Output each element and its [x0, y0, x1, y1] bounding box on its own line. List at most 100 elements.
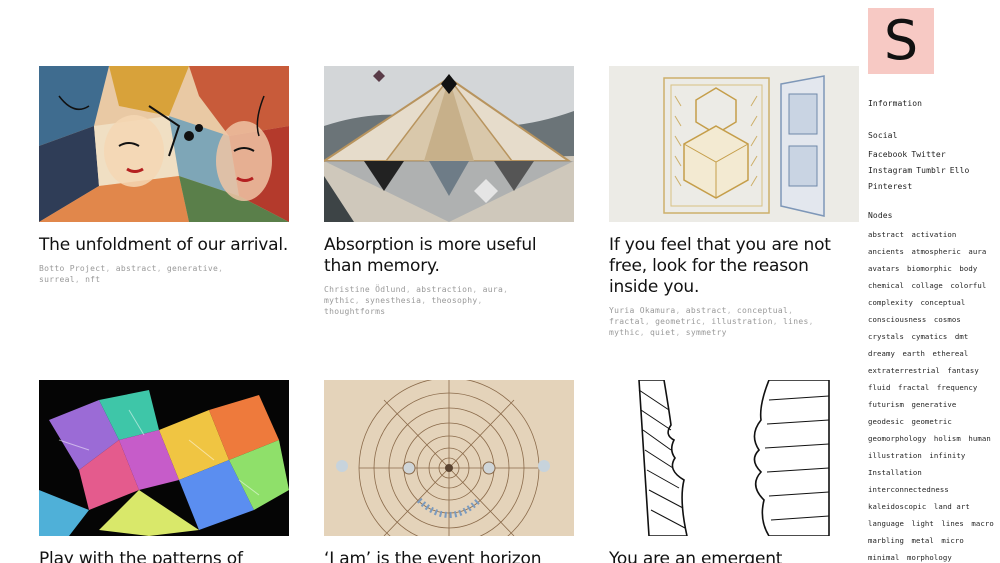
- gold-hexagon-artwork: [609, 66, 859, 222]
- node-tag-link[interactable]: crystals: [868, 332, 904, 341]
- tag-link[interactable]: geometric: [655, 317, 701, 326]
- tag-link[interactable]: aura: [483, 285, 503, 294]
- node-tag-link[interactable]: geometric: [911, 417, 951, 426]
- node-tag-link[interactable]: dreamy: [868, 349, 895, 358]
- tag-link[interactable]: mythic: [609, 328, 640, 337]
- node-tag-link[interactable]: infinity: [929, 451, 965, 460]
- social-link-ello[interactable]: Ello: [950, 166, 970, 175]
- tag-link[interactable]: theosophy: [431, 296, 477, 305]
- node-tag-link[interactable]: biomorphic: [907, 264, 952, 273]
- tag-link[interactable]: synesthesia: [365, 296, 421, 305]
- information-link[interactable]: Information: [868, 99, 922, 108]
- node-tag-link[interactable]: aura: [968, 247, 986, 256]
- tag-link[interactable]: illustration: [711, 317, 772, 326]
- node-tag-link[interactable]: land art: [934, 502, 970, 511]
- node-tag-link[interactable]: language: [868, 519, 904, 528]
- node-tag-link[interactable]: cymatics: [911, 332, 947, 341]
- node-tag-link[interactable]: cosmos: [934, 315, 961, 324]
- social-link-twitter[interactable]: Twitter: [911, 150, 945, 159]
- node-tag-link[interactable]: human: [968, 434, 990, 443]
- node-tag-link[interactable]: kaleidoscopic: [868, 502, 926, 511]
- social-links: Facebook Twitter Instagram Tumblr Ello Pint…: [868, 147, 998, 195]
- tag-link[interactable]: symmetry: [686, 328, 727, 337]
- node-tag-link[interactable]: fluid: [868, 383, 890, 392]
- node-tag-link[interactable]: metal: [911, 536, 933, 545]
- post-image-crystals[interactable]: [39, 380, 289, 536]
- node-tag-link[interactable]: lines: [941, 519, 963, 528]
- tag-link[interactable]: fractal: [609, 317, 645, 326]
- tag-link[interactable]: Yuria Okamura: [609, 306, 676, 315]
- node-tag-link[interactable]: holism: [934, 434, 961, 443]
- post-card: Play with the patterns of: [39, 380, 289, 563]
- tag-link[interactable]: abstraction: [416, 285, 472, 294]
- post-title[interactable]: The unfoldment of our arrival.: [39, 235, 289, 256]
- abstract-faces-artwork: [39, 66, 289, 222]
- node-tag-link[interactable]: abstract: [868, 230, 904, 239]
- site-logo[interactable]: S: [868, 8, 934, 74]
- node-tag-link[interactable]: marbling: [868, 536, 904, 545]
- social-link-pinterest[interactable]: Pinterest: [868, 182, 912, 191]
- social-heading: Social: [868, 131, 898, 140]
- tag-link[interactable]: abstract: [116, 264, 157, 273]
- concentric-circles-artwork: [324, 380, 574, 536]
- node-tag-link[interactable]: macro: [971, 519, 993, 528]
- tag-link[interactable]: generative: [167, 264, 218, 273]
- tag-link[interactable]: mythic: [324, 296, 355, 305]
- post-card: If you feel that you are not free, look …: [609, 66, 859, 338]
- node-tag-link[interactable]: body: [959, 264, 977, 273]
- node-tag-link[interactable]: activation: [911, 230, 956, 239]
- tag-link[interactable]: quiet: [650, 328, 676, 337]
- node-tag-link[interactable]: frequency: [937, 383, 977, 392]
- iridescent-crystals-artwork: [39, 380, 289, 536]
- node-tag-link[interactable]: consciousness: [868, 315, 926, 324]
- node-tag-link[interactable]: morphology: [907, 553, 952, 562]
- node-tag-link[interactable]: ethereal: [932, 349, 968, 358]
- tag-link[interactable]: lines: [783, 317, 809, 326]
- node-tag-link[interactable]: minimal: [868, 553, 899, 562]
- tag-link[interactable]: nft: [85, 275, 100, 284]
- tag-link[interactable]: abstract: [686, 306, 727, 315]
- post-card: Absorption is more useful than memory. C…: [324, 66, 574, 317]
- node-tag-link[interactable]: futurism: [868, 400, 904, 409]
- node-tag-link[interactable]: avatars: [868, 264, 899, 273]
- post-title[interactable]: Play with the patterns of: [39, 549, 289, 563]
- node-tag-link[interactable]: fractal: [898, 383, 929, 392]
- post-image-gold-geometric[interactable]: [609, 66, 859, 222]
- node-tag-link[interactable]: geodesic: [868, 417, 904, 426]
- node-tag-link[interactable]: fantasy: [947, 366, 978, 375]
- node-tag-link[interactable]: Installation: [868, 468, 922, 477]
- post-title[interactable]: ‘I am’ is the event horizon: [324, 549, 574, 563]
- node-tag-link[interactable]: earth: [902, 349, 924, 358]
- node-tag-link[interactable]: interconnectedness: [868, 485, 949, 494]
- node-tag-link[interactable]: geomorphology: [868, 434, 926, 443]
- post-image-line-faces[interactable]: [609, 380, 859, 536]
- tag-link[interactable]: Botto Project: [39, 264, 106, 273]
- tag-link[interactable]: Christine Ödlund: [324, 285, 406, 294]
- tag-link[interactable]: conceptual: [737, 306, 788, 315]
- post-image-geometric-landscape[interactable]: [324, 66, 574, 222]
- node-tag-link[interactable]: complexity: [868, 298, 913, 307]
- social-link-instagram[interactable]: Instagram: [868, 166, 912, 175]
- node-tag-link[interactable]: ancients: [868, 247, 904, 256]
- tag-link[interactable]: surreal: [39, 275, 75, 284]
- node-tag-link[interactable]: chemical: [868, 281, 904, 290]
- post-title[interactable]: Absorption is more useful than memory.: [324, 235, 574, 277]
- node-tag-link[interactable]: micro: [941, 536, 963, 545]
- node-tag-link[interactable]: extraterrestrial: [868, 366, 940, 375]
- node-tag-link[interactable]: illustration: [868, 451, 922, 460]
- post-title[interactable]: You are an emergent: [609, 549, 859, 563]
- post-title[interactable]: If you feel that you are not free, look …: [609, 235, 859, 298]
- social-link-tumblr[interactable]: Tumblr: [916, 166, 946, 175]
- node-tag-link[interactable]: colorful: [950, 281, 986, 290]
- node-tag-link[interactable]: atmospheric: [911, 247, 960, 256]
- post-tags: Yuria Okamura, abstract, conceptual, frac…: [609, 306, 814, 337]
- node-tag-link[interactable]: generative: [911, 400, 956, 409]
- social-link-facebook[interactable]: Facebook: [868, 150, 907, 159]
- tag-link[interactable]: thoughtforms: [324, 307, 385, 316]
- post-image-concentric-drawing[interactable]: [324, 380, 574, 536]
- node-tag-link[interactable]: dmt: [955, 332, 968, 341]
- node-tag-link[interactable]: collage: [911, 281, 942, 290]
- node-tag-link[interactable]: light: [911, 519, 933, 528]
- node-tag-link[interactable]: conceptual: [920, 298, 965, 307]
- post-image-surreal-faces[interactable]: [39, 66, 289, 222]
